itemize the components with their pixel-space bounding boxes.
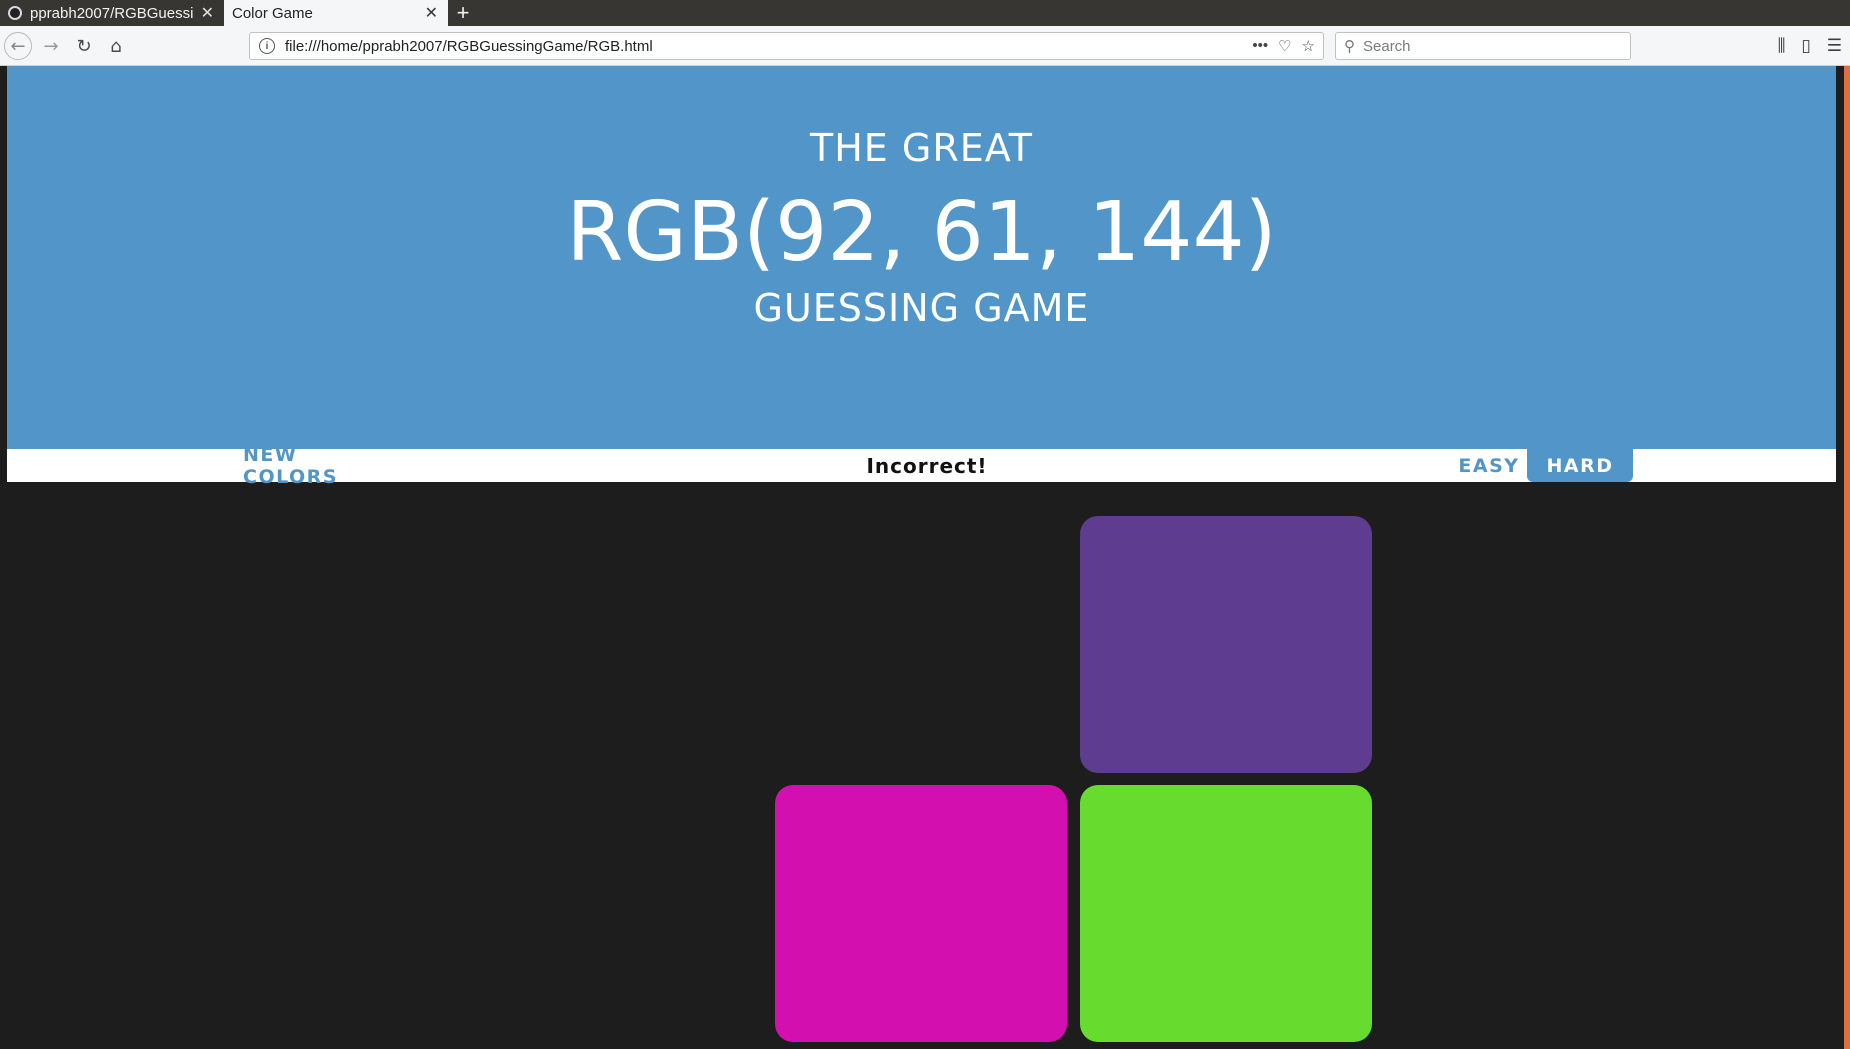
forward-arrow-icon[interactable]: → xyxy=(37,32,65,60)
title-line-the-great: THE GREAT xyxy=(810,126,1033,170)
browser-nav-bar: ← → ↻ ⌂ i file:///home/pprabh2007/RGBGue… xyxy=(0,26,1850,66)
home-icon[interactable]: ⌂ xyxy=(102,32,130,60)
hard-mode-button[interactable]: HARD xyxy=(1527,449,1633,482)
tab-title: pprabh2007/RGBGuessingGame xyxy=(30,4,193,22)
page-viewport: THE GREAT RGB(92, 61, 144) GUESSING GAME… xyxy=(0,66,1850,1049)
search-bar[interactable]: ⚲ xyxy=(1335,32,1631,60)
rgb-display: RGB(92, 61, 144) xyxy=(566,185,1277,280)
color-square[interactable] xyxy=(1080,516,1372,773)
scrollbar-edge[interactable] xyxy=(1844,66,1850,1049)
game-header: THE GREAT RGB(92, 61, 144) GUESSING GAME xyxy=(7,66,1836,449)
tab-github[interactable]: pprabh2007/RGBGuessingGame ✕ xyxy=(0,0,224,26)
search-icon: ⚲ xyxy=(1344,38,1355,55)
close-icon[interactable]: ✕ xyxy=(425,3,438,23)
info-icon[interactable]: i xyxy=(259,38,275,54)
tab-title: Color Game xyxy=(232,4,313,22)
github-icon xyxy=(8,6,22,20)
search-input[interactable] xyxy=(1361,36,1630,56)
menu-icon[interactable]: ☰ xyxy=(1827,36,1842,56)
url-bar[interactable]: i file:///home/pprabh2007/RGBGuessingGam… xyxy=(249,32,1324,60)
new-colors-button[interactable]: NEW COLORS xyxy=(243,444,391,488)
back-arrow-icon[interactable]: ← xyxy=(4,32,32,60)
control-stripe: NEW COLORS Incorrect! EASY HARD xyxy=(7,444,1836,488)
reload-icon[interactable]: ↻ xyxy=(70,32,98,60)
title-line-guessing-game: GUESSING GAME xyxy=(753,286,1090,330)
easy-mode-button[interactable]: EASY xyxy=(1447,449,1531,482)
browser-tab-bar: pprabh2007/RGBGuessingGame ✕ Color Game … xyxy=(0,0,1850,26)
pocket-icon[interactable]: ♡ xyxy=(1278,37,1291,55)
url-text[interactable]: file:///home/pprabh2007/RGBGuessingGame/… xyxy=(285,38,1252,55)
star-icon[interactable]: ☆ xyxy=(1302,37,1315,55)
sidebar-icon[interactable]: ▯ xyxy=(1801,36,1810,56)
color-square[interactable] xyxy=(1080,785,1372,1042)
tab-color-game[interactable]: Color Game ✕ xyxy=(224,0,448,26)
result-message: Incorrect! xyxy=(866,453,988,478)
close-icon[interactable]: ✕ xyxy=(201,3,214,23)
library-icon[interactable]: ⫼ xyxy=(1778,36,1786,56)
more-icon[interactable]: ••• xyxy=(1252,37,1268,55)
color-square[interactable] xyxy=(775,785,1067,1042)
plus-icon[interactable]: + xyxy=(448,0,478,26)
